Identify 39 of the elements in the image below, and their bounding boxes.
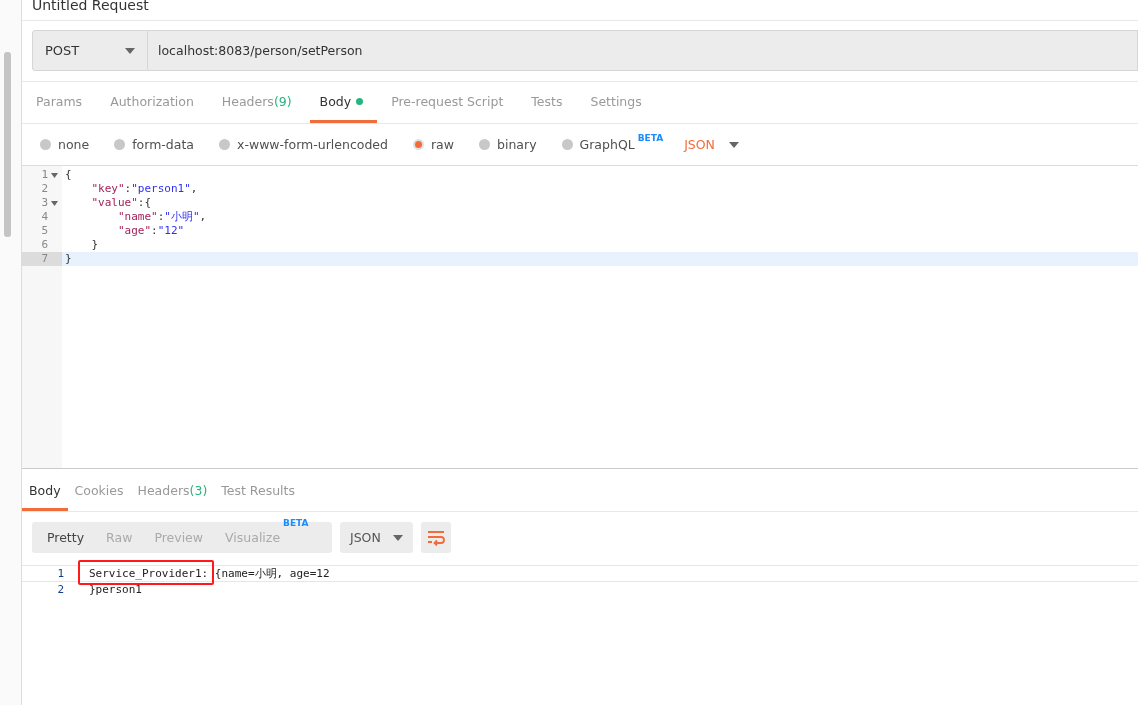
wrap-button[interactable] (421, 522, 451, 553)
line-number: 5 (41, 224, 48, 238)
code-line: "key":"person1", (90, 182, 198, 196)
body-type-radio[interactable]: form-data (114, 137, 194, 152)
caret-icon (125, 47, 135, 54)
code-line: }person1 (89, 582, 142, 597)
body-type-radio[interactable]: binary (479, 137, 537, 152)
request-title: Untitled Request (32, 0, 149, 12)
line-number: 1 (56, 566, 65, 581)
code-line: "name":"小明", (116, 210, 207, 224)
line-number: 2 (56, 582, 65, 597)
fold-icon[interactable] (51, 172, 58, 178)
body-type-radio[interactable]: raw (413, 137, 454, 152)
line-number: 2 (41, 182, 48, 196)
line-number: 4 (41, 210, 48, 224)
response-format-dropdown[interactable]: JSON (340, 522, 413, 553)
method-dropdown[interactable]: POST (32, 30, 148, 71)
code-editor[interactable]: 1 { 2 "key":"person1", 3 "value":{ 4 "name":"小明", 5 "age":"12" 6 } 7 } (22, 165, 1138, 469)
code-line: } (64, 252, 72, 266)
wrap-lines-icon (427, 529, 445, 546)
view-mode-tab[interactable]: Pretty (38, 522, 94, 553)
line-number: 7 (41, 252, 48, 266)
body-type-radio[interactable]: x-www-form-urlencoded (219, 137, 388, 152)
code-line: Service_Provider1: {name=小明, age=12 (89, 566, 330, 581)
line-number: 3 (41, 196, 48, 210)
fold-icon[interactable] (51, 200, 58, 206)
code-line: { (64, 168, 72, 182)
body-type-radio[interactable]: none (40, 137, 90, 152)
request-tab[interactable]: Body (309, 82, 378, 123)
code-line: "value":{ (90, 196, 152, 210)
response-tab[interactable]: Body (22, 473, 68, 511)
url-field[interactable]: localhost:8083/person/setPerson (148, 30, 1138, 71)
code-line: } (90, 238, 99, 252)
line-number: 1 (41, 168, 48, 182)
caret-icon (728, 141, 739, 148)
caret-icon (393, 534, 403, 541)
code-line: "age":"12" (116, 224, 185, 238)
scrollbar[interactable] (4, 52, 11, 237)
line-number: 6 (41, 238, 48, 252)
